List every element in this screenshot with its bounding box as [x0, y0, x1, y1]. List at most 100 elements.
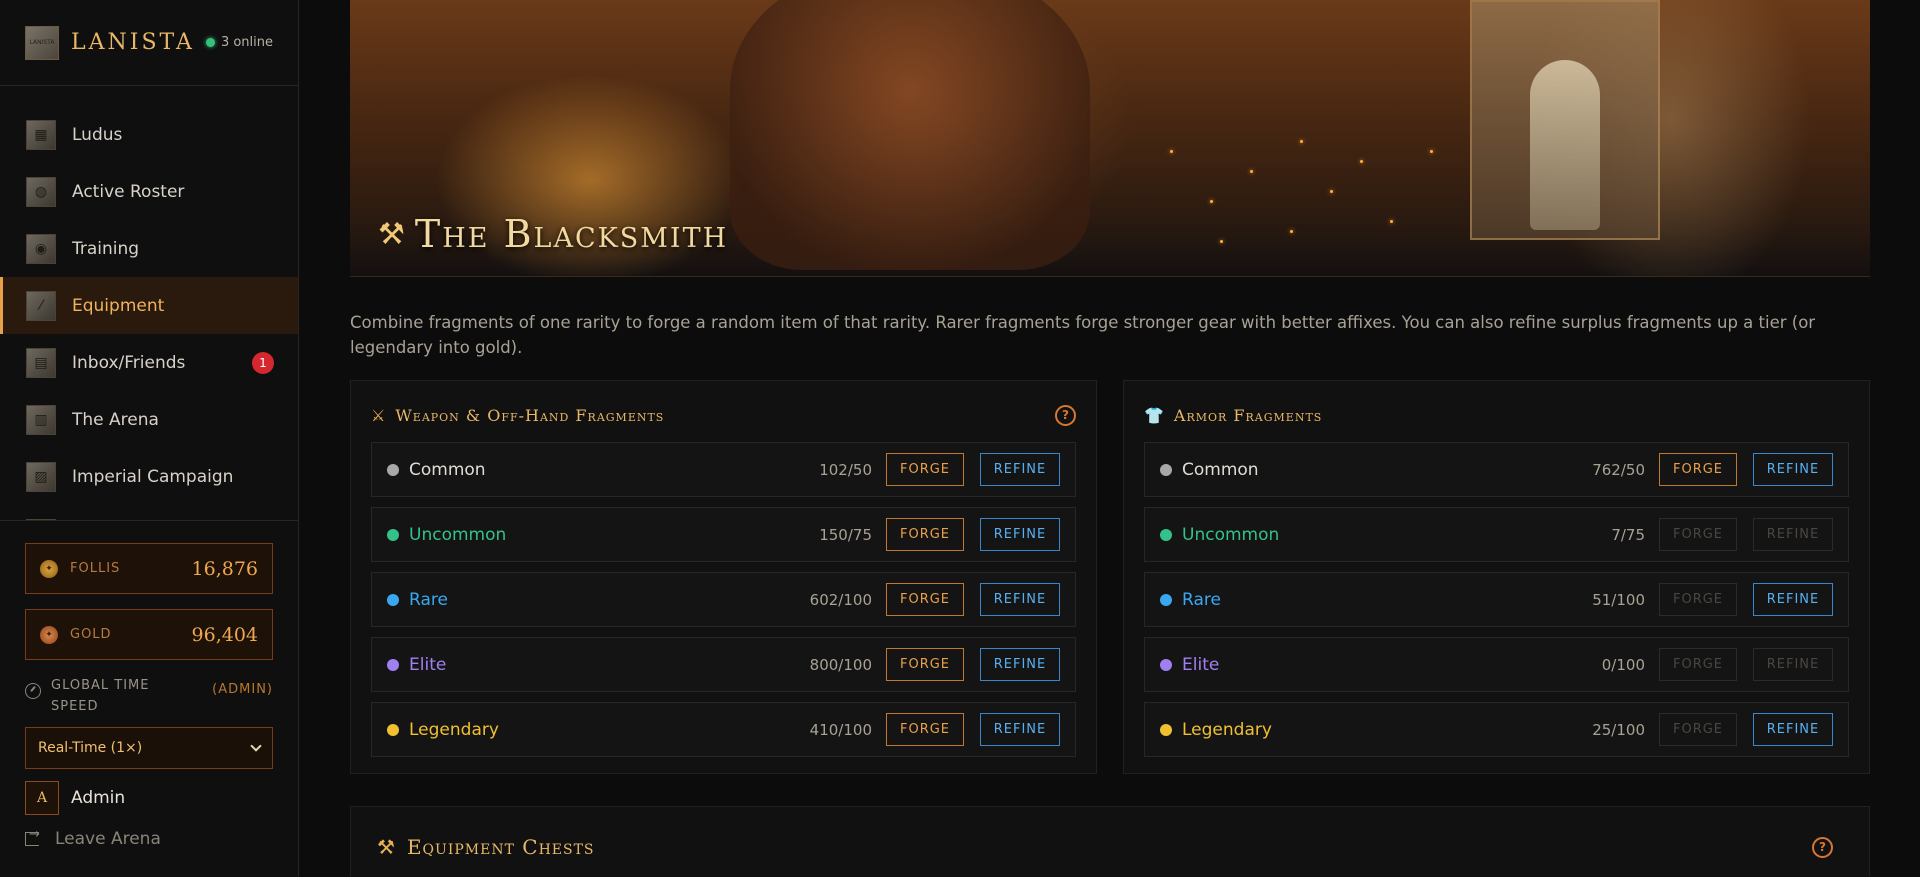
- spark: [1290, 230, 1293, 233]
- page-title: ⚒ The Blacksmith: [378, 212, 728, 256]
- forge-button[interactable]: FORGE: [886, 648, 964, 681]
- rarity-name: Legendary: [409, 719, 499, 740]
- rarity-name: Uncommon: [409, 524, 507, 545]
- time-speed-select[interactable]: Real-Time (1×): [25, 727, 273, 769]
- spark: [1390, 220, 1393, 223]
- refine-button-disabled[interactable]: REFINE: [1753, 648, 1833, 681]
- forge-button-disabled[interactable]: FORGE: [1659, 648, 1737, 681]
- logout-icon: [25, 827, 40, 846]
- refine-button[interactable]: REFINE: [980, 648, 1060, 681]
- fragment-count: 0/100: [1601, 655, 1645, 674]
- inbox-icon: ▤: [26, 347, 56, 378]
- hammer-icon: ⚒: [377, 835, 395, 859]
- refine-button[interactable]: REFINE: [980, 583, 1060, 616]
- refine-button[interactable]: REFINE: [980, 453, 1060, 486]
- rarity-dot-icon: [387, 463, 399, 476]
- refine-button[interactable]: REFINE: [1753, 713, 1833, 746]
- rarity-name: Legendary: [1182, 719, 1272, 740]
- nav-item-the-arena[interactable]: ▥ The Arena: [0, 391, 298, 448]
- forge-button[interactable]: FORGE: [1659, 453, 1737, 486]
- statue-figure: [1530, 60, 1600, 230]
- rarity-dot-icon: [387, 593, 399, 606]
- refine-button[interactable]: REFINE: [980, 518, 1060, 551]
- leave-arena-label: Leave Arena: [55, 829, 161, 849]
- gold-label: GOLD: [70, 627, 112, 642]
- armor-fragments-panel: 👕 Armor Fragments Common 762/50 FORGE RE…: [1123, 380, 1870, 774]
- fragment-count: 51/100: [1592, 590, 1645, 609]
- fragment-row-common: Common 102/50 FORGE REFINE: [371, 442, 1076, 497]
- page-title-text: The Blacksmith: [414, 212, 729, 256]
- nav-item-ludus[interactable]: ▦ Ludus: [0, 106, 298, 163]
- forge-button[interactable]: FORGE: [886, 713, 964, 746]
- blacksmith-figure: [730, 0, 1090, 270]
- rarity-name: Elite: [1182, 654, 1220, 675]
- nav-item-active-roster[interactable]: ◍ Active Roster: [0, 163, 298, 220]
- forge-button-disabled[interactable]: FORGE: [1659, 583, 1737, 616]
- forge-button-disabled[interactable]: FORGE: [1659, 713, 1737, 746]
- brand-name: LANISTA: [71, 30, 195, 55]
- fragment-count: 410/100: [809, 720, 872, 739]
- spark: [1170, 150, 1173, 153]
- refine-button-disabled[interactable]: REFINE: [1753, 518, 1833, 551]
- user-profile[interactable]: A Admin: [25, 781, 273, 815]
- online-dot-icon: [205, 38, 215, 47]
- nav-item-inbox-friends[interactable]: ▤ Inbox/Friends 1: [0, 334, 298, 391]
- gauge-icon: [25, 683, 41, 699]
- fragment-row-rare: Rare 602/100 FORGE REFINE: [371, 572, 1076, 627]
- chevron-down-icon: [250, 740, 262, 752]
- colosseum-icon: ▥: [26, 404, 56, 435]
- forge-button[interactable]: FORGE: [886, 453, 964, 486]
- forge-button[interactable]: FORGE: [886, 518, 964, 551]
- ludus-icon: ▦: [26, 119, 56, 150]
- gold-balance: ✦ GOLD 96,404: [25, 609, 273, 660]
- fragment-count: 602/100: [809, 590, 872, 609]
- logo-icon[interactable]: LANISTA: [25, 25, 59, 60]
- fragment-row-uncommon: Uncommon 7/75 FORGE REFINE: [1144, 507, 1849, 562]
- main-nav: ▦ Ludus ◍ Active Roster ◉ Training ⁄ Equ…: [0, 86, 298, 521]
- help-icon[interactable]: ?: [1812, 836, 1833, 858]
- leave-arena-button[interactable]: Leave Arena: [25, 827, 273, 849]
- unread-badge: 1: [252, 351, 274, 374]
- blacksmith-hero-banner: ⚒ The Blacksmith: [350, 0, 1870, 277]
- follis-label: FOLLIS: [70, 561, 121, 576]
- fragment-row-rare: Rare 51/100 FORGE REFINE: [1144, 572, 1849, 627]
- spark: [1330, 190, 1333, 193]
- fragment-row-uncommon: Uncommon 150/75 FORGE REFINE: [371, 507, 1076, 562]
- refine-button[interactable]: REFINE: [1753, 583, 1833, 616]
- panel-header: ⚔ Weapon & Off-Hand Fragments ?: [371, 401, 1076, 429]
- rarity-dot-icon: [387, 658, 399, 671]
- help-icon[interactable]: ?: [1055, 404, 1076, 426]
- spark: [1210, 200, 1213, 203]
- online-count: 3 online: [220, 35, 273, 50]
- forge-button-disabled[interactable]: FORGE: [1659, 518, 1737, 551]
- fragment-row-legendary: Legendary 25/100 FORGE REFINE: [1144, 702, 1849, 757]
- nav-item-training[interactable]: ◉ Training: [0, 220, 298, 277]
- nav-item-equipment[interactable]: ⁄ Equipment: [0, 277, 298, 334]
- follis-coin-icon: ✦: [40, 559, 58, 578]
- rarity-name: Uncommon: [1182, 524, 1280, 545]
- spark: [1250, 170, 1253, 173]
- forge-button[interactable]: FORGE: [886, 583, 964, 616]
- panel-header: 👕 Armor Fragments: [1144, 401, 1849, 429]
- fragment-row-elite: Elite 0/100 FORGE REFINE: [1144, 637, 1849, 692]
- hammer-icon: ⚒: [378, 216, 405, 252]
- refine-button[interactable]: REFINE: [1753, 453, 1833, 486]
- blacksmith-description: Combine fragments of one rarity to forge…: [350, 313, 1816, 357]
- rarity-name: Rare: [1182, 589, 1221, 610]
- rarity-name: Rare: [409, 589, 448, 610]
- nav-item-partial[interactable]: [0, 505, 298, 520]
- panel-header: ⚒ Equipment Chests ?: [377, 835, 1833, 859]
- refine-button[interactable]: REFINE: [980, 713, 1060, 746]
- spark: [1360, 160, 1363, 163]
- main-content: ⚒ The Blacksmith Combine fragments of on…: [350, 0, 1870, 877]
- admin-tag: (ADMIN): [212, 682, 273, 697]
- gold-coin-icon: ✦: [40, 625, 58, 644]
- sidebar: LANISTA LANISTA 3 online ▦ Ludus ◍ Activ…: [0, 0, 299, 877]
- spark: [1430, 150, 1433, 153]
- panel-title: Equipment Chests: [406, 835, 595, 859]
- fragment-count: 762/50: [1592, 460, 1645, 479]
- nav-item-imperial-campaign[interactable]: ▨ Imperial Campaign: [0, 448, 298, 505]
- rarity-dot-icon: [1160, 658, 1172, 671]
- time-speed-label: GLOBAL TIME SPEED: [51, 678, 150, 714]
- avatar: A: [25, 781, 59, 815]
